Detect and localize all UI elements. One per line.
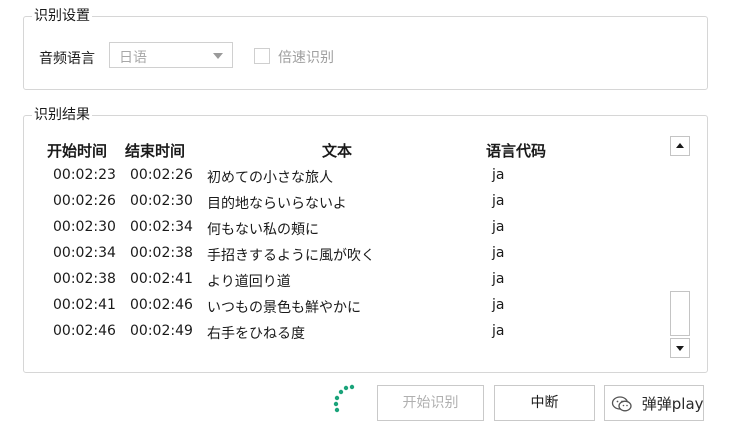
cell-language-code: ja	[492, 193, 505, 209]
wechat-icon	[611, 395, 642, 413]
cell-language-code: ja	[492, 245, 505, 261]
cell-end-time: 00:02:34	[130, 219, 193, 235]
cell-start-time: 00:02:46	[53, 323, 116, 339]
cell-text: 手招きするように風が吹く	[207, 248, 375, 264]
table-row[interactable]: 00:02:46 00:02:49 右手をひねる度 ja	[24, 319, 664, 345]
watermark-text: 弹弹play	[641, 395, 704, 413]
cell-start-time: 00:02:34	[53, 245, 116, 261]
cell-start-time: 00:02:38	[53, 271, 116, 287]
cell-text: 初めての小さな旅人	[207, 170, 333, 186]
results-scrollbar[interactable]	[670, 136, 690, 358]
cell-start-time: 00:02:23	[53, 167, 116, 183]
scroll-down-button[interactable]	[670, 338, 690, 358]
chevron-down-icon	[213, 53, 223, 59]
audio-language-label: 音频语言	[39, 51, 95, 67]
cell-end-time: 00:02:49	[130, 323, 193, 339]
cell-text: より道回り道	[207, 274, 291, 290]
loading-spinner-icon	[330, 383, 360, 417]
results-group-title: 识别结果	[32, 106, 92, 124]
column-header-text[interactable]: 文本	[322, 140, 352, 161]
column-header-language-code[interactable]: 语言代码	[486, 140, 546, 161]
column-header-start-time[interactable]: 开始时间	[47, 140, 107, 161]
arrow-up-icon	[676, 143, 684, 148]
cell-end-time: 00:02:30	[130, 193, 193, 209]
stop-button[interactable]: 中断	[494, 385, 595, 421]
cell-text: 目的地ならいらないよ	[207, 196, 347, 212]
cell-language-code: ja	[492, 271, 505, 287]
table-row[interactable]: 00:02:23 00:02:26 初めての小さな旅人 ja	[24, 163, 664, 189]
cell-end-time: 00:02:38	[130, 245, 193, 261]
cell-language-code: ja	[492, 219, 505, 235]
start-recognition-button[interactable]: 开始识别	[377, 385, 484, 421]
scrollbar-thumb[interactable]	[670, 291, 690, 336]
column-header-end-time[interactable]: 结束时间	[125, 140, 185, 161]
cell-language-code: ja	[492, 323, 505, 339]
speed-recognition-label: 倍速识别	[278, 50, 334, 66]
scroll-up-button[interactable]	[670, 136, 690, 156]
cell-text: 何もない私の頬に	[207, 222, 319, 238]
cell-end-time: 00:02:26	[130, 167, 193, 183]
table-row[interactable]: 00:02:38 00:02:41 より道回り道 ja	[24, 267, 664, 293]
table-row[interactable]: 00:02:30 00:02:34 何もない私の頬に ja	[24, 215, 664, 241]
cell-start-time: 00:02:26	[53, 193, 116, 209]
audio-language-value: 日语	[119, 50, 147, 66]
cell-end-time: 00:02:46	[130, 297, 193, 313]
cell-language-code: ja	[492, 167, 505, 183]
audio-language-select[interactable]: 日语	[109, 42, 233, 68]
cell-start-time: 00:02:41	[53, 297, 116, 313]
speed-recognition-checkbox[interactable]	[254, 48, 270, 64]
settings-group: 识别设置 音频语言 日语 倍速识别	[23, 7, 708, 90]
table-row[interactable]: 00:02:41 00:02:46 いつもの景色も鮮やかに ja	[24, 293, 664, 319]
table-row[interactable]: 00:02:34 00:02:38 手招きするように風が吹く ja	[24, 241, 664, 267]
cell-start-time: 00:02:30	[53, 219, 116, 235]
settings-group-title: 识别设置	[32, 7, 92, 25]
cell-end-time: 00:02:41	[130, 271, 193, 287]
arrow-down-icon	[676, 346, 684, 351]
watermark: 弹弹play	[611, 393, 704, 414]
cell-language-code: ja	[492, 297, 505, 313]
results-group: 识别结果 开始时间 结束时间 文本 语言代码 00:02:23 00:02:26…	[23, 106, 708, 373]
table-row[interactable]: 00:02:26 00:02:30 目的地ならいらないよ ja	[24, 189, 664, 215]
cell-text: 右手をひねる度	[207, 326, 305, 342]
cell-text: いつもの景色も鮮やかに	[207, 300, 361, 316]
